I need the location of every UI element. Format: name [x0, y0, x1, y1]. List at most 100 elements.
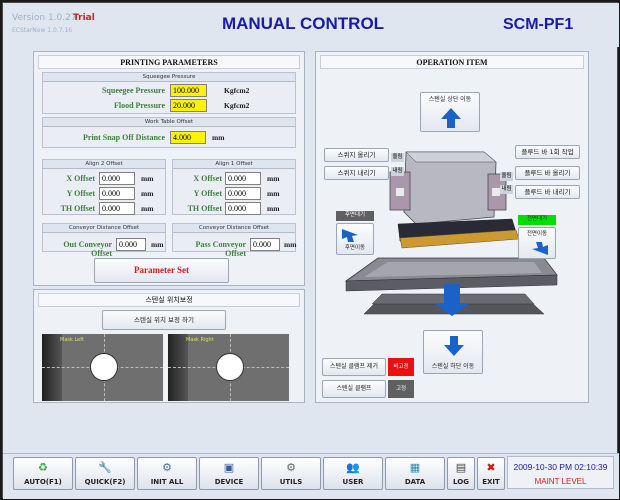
stencil-up-button[interactable]: 스텐실 상단 이동 — [420, 92, 480, 132]
flood-down-status: 내림 — [500, 185, 513, 194]
align2-x-offset-input[interactable]: 0.000 — [99, 172, 135, 185]
squeegee-up-button[interactable]: 스퀴지 올리기 — [324, 148, 389, 162]
flood-pressure-unit: Kgfcm2 — [224, 101, 250, 110]
arrow-down-icon — [444, 336, 464, 356]
exit-button-label: EXIT — [482, 478, 500, 486]
align1-x-offset-unit: mm — [267, 174, 280, 183]
data-button-label: DATA — [404, 478, 426, 486]
init-all-button-label: INIT ALL — [150, 478, 184, 486]
rear-move-label: 후면이동 — [344, 245, 366, 251]
front-move-button[interactable]: 전면이동 — [518, 227, 556, 259]
utils-button[interactable]: ⚙ UTILS — [261, 457, 321, 490]
squeegee-down-status: 내림 — [391, 167, 404, 176]
squeegee-pressure-input[interactable]: 100.000 — [170, 84, 207, 97]
datetime-display: 2009-10-30 PM 02:10:39 — [513, 462, 608, 472]
camera-view-right: Mask Right — [168, 334, 289, 401]
out-conveyor-offset-input[interactable]: 0.000 — [116, 238, 146, 251]
quick-button[interactable]: 🔧 QUICK(F2) — [75, 457, 135, 490]
arrow-up-icon — [441, 108, 461, 128]
init-all-button[interactable]: ⚙ INIT ALL — [137, 457, 197, 490]
align1-offset-group: Align 1 Offset X Offset 0.000 mm Y Offse… — [172, 159, 296, 215]
squeegee-pressure-group-title: Squeegee Pressure — [43, 73, 295, 82]
stencil-down-label: 스텐실 하단 이동 — [431, 363, 475, 370]
rear-standby-status: 후면대기 — [336, 211, 374, 221]
flood-up-status: 올림 — [500, 172, 513, 181]
clamp-status: 고정 — [388, 380, 414, 398]
snap-off-distance-input[interactable]: 4.000 — [170, 131, 206, 144]
arrow-rear-icon — [342, 229, 358, 242]
clamp-remove-status: 비고정 — [388, 358, 414, 376]
align1-y-offset-input[interactable]: 0.000 — [225, 187, 261, 200]
align2-y-offset-label: Y Offset — [66, 189, 95, 198]
version-label: Version 1.0.27 — [12, 13, 77, 23]
flood-bar-once-button[interactable]: 플루드 바 1회 작업 — [515, 145, 580, 159]
rear-move-button[interactable]: 후면이동 — [336, 223, 374, 255]
fiducial-mark-right — [216, 353, 244, 381]
snap-off-distance-label: Print Snap Off Distance — [83, 133, 165, 142]
align2-y-offset-input[interactable]: 0.000 — [99, 187, 135, 200]
printing-parameters-title: PRINTING PARAMETERS — [38, 55, 300, 69]
utils-button-label: UTILS — [279, 478, 303, 486]
user-button-label: USER — [342, 478, 364, 486]
pass-conveyor-offset-group-title: Conveyor Distance Offset — [173, 224, 295, 233]
out-conveyor-offset-group-title: Conveyor Distance Offset — [43, 224, 165, 233]
align1-x-offset-input[interactable]: 0.000 — [225, 172, 261, 185]
camera-left-label: Mask Left — [60, 337, 84, 343]
front-move-label: 전면이동 — [526, 231, 548, 237]
squeegee-pressure-group: Squeegee Pressure Squeegee Pressure 100.… — [42, 72, 296, 114]
stencil-clamp-remove-button[interactable]: 스텐실 클램프 제거 — [322, 358, 386, 376]
gears-icon: ⚙ — [286, 461, 296, 474]
align2-offset-group: Align 2 Offset X Offset 0.000 mm Y Offse… — [42, 159, 166, 215]
camera-view-left: Mask Left — [42, 334, 163, 401]
operation-item-panel: OPERATION ITEM 스텐실 상단 이동 스퀴지 올리기 스퀴지 내리기… — [315, 51, 589, 403]
subversion-label: ECStarNew 1.0.7.16 — [12, 27, 73, 34]
data-icon: ▦ — [409, 461, 421, 474]
align1-x-offset-label: X Offset — [193, 174, 222, 183]
stencil-correction-panel: 스텐실 위치보정 스텐실 위치 보정 하기 Mask Left Mask Rig… — [33, 289, 305, 403]
flood-pressure-label: Flood Pressure — [113, 101, 165, 110]
log-icon: ▤ — [455, 461, 467, 474]
align1-th-offset-label: TH Offset — [187, 204, 222, 213]
recycle-icon: ♻ — [38, 461, 48, 474]
align1-offset-group-title: Align 1 Offset — [173, 160, 295, 169]
stencil-correction-button[interactable]: 스텐실 위치 보정 하기 — [102, 310, 226, 330]
printing-parameters-panel: PRINTING PARAMETERS Squeegee Pressure Sq… — [33, 51, 305, 286]
stencil-down-button[interactable]: 스텐실 하단 이동 — [423, 330, 483, 374]
pass-conveyor-offset-label: Pass Conveyor Offset — [195, 240, 246, 258]
squeegee-pressure-unit: Kgfcm2 — [224, 86, 250, 95]
stencil-correction-title: 스텐실 위치보정 — [38, 293, 300, 307]
flood-bar-down-button[interactable]: 플루드 바 내리기 — [515, 185, 580, 199]
align2-y-offset-unit: mm — [141, 189, 154, 198]
log-button-label: LOG — [453, 478, 469, 486]
align2-offset-group-title: Align 2 Offset — [43, 160, 165, 169]
log-button[interactable]: ▤ LOG — [447, 457, 475, 490]
camera-right-label: Mask Right — [186, 337, 214, 343]
flood-bar-up-button[interactable]: 플루드 바 올리기 — [515, 166, 580, 180]
align2-th-offset-unit: mm — [141, 204, 154, 213]
align1-y-offset-label: Y Offset — [193, 189, 222, 198]
pass-conveyor-offset-unit: mm — [284, 240, 297, 249]
stencil-clamp-button[interactable]: 스텐실 클램프 — [322, 380, 386, 398]
out-conveyor-offset-unit: mm — [151, 240, 164, 249]
align1-th-offset-input[interactable]: 0.000 — [225, 202, 261, 215]
flood-pressure-input[interactable]: 20.000 — [170, 99, 207, 112]
device-button[interactable]: ▣ DEVICE — [199, 457, 259, 490]
squeegee-pressure-label: Squeegee Pressure — [101, 86, 165, 95]
user-level-display: MAINT LEVEL — [534, 477, 587, 486]
auto-button-label: AUTO(F1) — [24, 478, 62, 486]
align1-th-offset-unit: mm — [267, 204, 280, 213]
pass-conveyor-offset-group: Conveyor Distance Offset Pass Conveyor O… — [172, 223, 297, 258]
quick-button-label: QUICK(F2) — [84, 478, 126, 486]
align2-th-offset-input[interactable]: 0.000 — [99, 202, 135, 215]
pass-conveyor-offset-input[interactable]: 0.000 — [250, 238, 280, 251]
user-button[interactable]: 👥 USER — [323, 457, 383, 490]
wrench-icon: 🔧 — [98, 461, 112, 474]
device-button-label: DEVICE — [214, 478, 244, 486]
align2-th-offset-label: TH Offset — [60, 204, 95, 213]
snap-off-distance-unit: mm — [212, 133, 225, 142]
exit-button[interactable]: ✖ EXIT — [477, 457, 505, 490]
squeegee-down-button[interactable]: 스퀴지 내리기 — [324, 166, 389, 180]
data-button[interactable]: ▦ DATA — [385, 457, 445, 490]
parameter-set-button[interactable]: Parameter Set — [94, 258, 229, 283]
auto-button[interactable]: ♻ AUTO(F1) — [13, 457, 73, 490]
